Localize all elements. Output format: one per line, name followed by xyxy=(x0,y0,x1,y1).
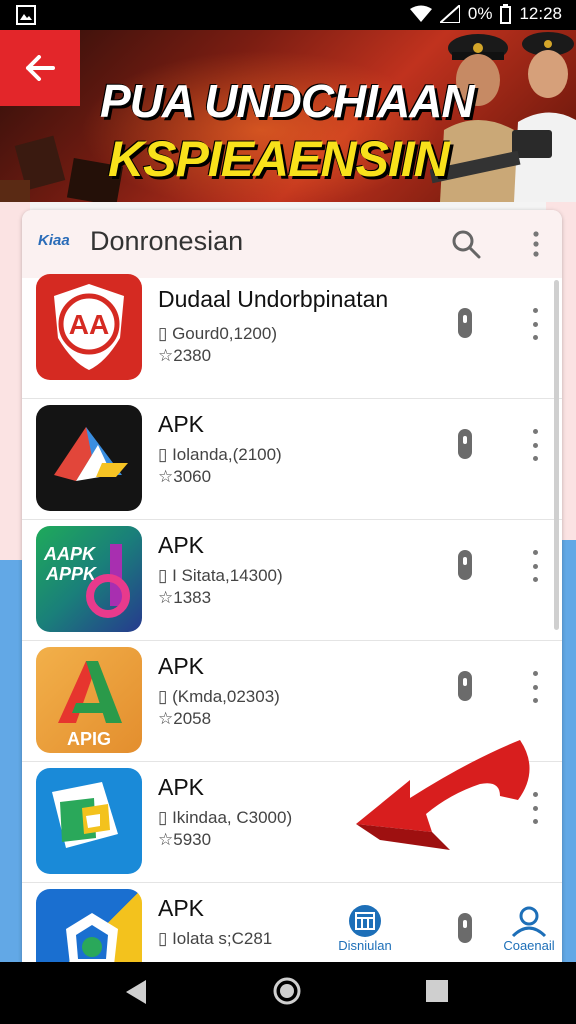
more-options-icon[interactable] xyxy=(528,228,544,260)
red-shield-aa-icon: AA xyxy=(36,274,142,380)
download-icon[interactable] xyxy=(458,429,472,459)
app-meta: ▯ I Sitata,14300) xyxy=(158,566,283,585)
blue-yellow-box-icon xyxy=(36,889,142,970)
clock: 12:28 xyxy=(519,4,562,23)
tab-downloads[interactable]: Disniulan xyxy=(330,904,400,953)
star-icon: ☆ xyxy=(158,709,174,728)
app-list: AA Dudaal Undorbpinatan ▯ Gourd0,1200) ☆… xyxy=(22,274,562,970)
battery-icon xyxy=(500,4,512,24)
blue-paper-icon xyxy=(36,768,142,874)
app-name: APK xyxy=(158,774,205,800)
red-arrow-pointer-icon xyxy=(356,740,530,850)
file-icon: ▯ xyxy=(158,566,173,585)
back-arrow-icon xyxy=(26,55,55,81)
app-name: APK xyxy=(158,653,205,679)
app-meta: ▯ Iolanda,(2100) xyxy=(158,445,282,464)
app-name: Dudaal Undorbpinatan xyxy=(158,286,389,312)
star-icon: ☆ xyxy=(158,588,174,607)
download-icon[interactable] xyxy=(458,550,472,580)
gallery-notification-icon xyxy=(16,5,36,25)
list-item[interactable]: AAPK APPK APK ▯ I Sitata,14300) ☆1383 xyxy=(22,520,562,641)
green-apk-icon: AAPK APPK xyxy=(36,526,142,632)
file-icon: ▯ xyxy=(158,929,173,948)
app-rating: ☆2380 xyxy=(158,346,212,365)
app-meta: ▯ Gourd0,1200) xyxy=(158,324,277,343)
svg-text:APIG: APIG xyxy=(67,729,111,749)
scrollbar[interactable] xyxy=(554,280,559,630)
dark-arrow-a-icon xyxy=(36,405,142,511)
banner-title-line2: KSPIEAENSIIN xyxy=(108,131,450,187)
search-icon[interactable] xyxy=(450,228,482,260)
file-icon: ▯ xyxy=(158,445,173,464)
download-icon[interactable] xyxy=(458,308,472,338)
banner-title-line1: PUA UNDCHIAAN xyxy=(100,75,475,127)
app-meta: ▯ (Kmda,02303) xyxy=(158,687,280,706)
status-bar: 0% 12:28 xyxy=(0,0,576,30)
item-more-icon[interactable] xyxy=(530,429,540,461)
app-name: APK xyxy=(158,895,205,921)
app-rating: ☆5930 xyxy=(158,830,212,849)
file-icon: ▯ xyxy=(158,324,173,343)
wifi-icon xyxy=(409,5,432,22)
svg-text:AAPK: AAPK xyxy=(43,544,97,564)
battery-percent: 0% xyxy=(467,4,493,23)
page-title: Donronesian xyxy=(90,226,244,256)
system-nav-bar xyxy=(0,962,576,1024)
svg-text:APPK: APPK xyxy=(45,564,98,584)
download-icon[interactable] xyxy=(458,913,472,943)
list-item[interactable]: APK ▯ Iolanda,(2100) ☆3060 xyxy=(22,399,562,520)
file-icon: ▯ xyxy=(158,808,173,827)
header-logo: Kiaa xyxy=(38,232,70,249)
card-header: Kiaa Donronesian xyxy=(22,210,562,278)
tab-account[interactable]: Coaenail xyxy=(492,904,562,953)
app-rating: ☆3060 xyxy=(158,467,212,486)
orange-apig-icon: APIG xyxy=(36,647,142,753)
star-icon: ☆ xyxy=(158,346,174,365)
list-item[interactable]: APK ▯ Iolata s;C281 xyxy=(22,883,562,970)
file-icon: ▯ xyxy=(158,687,173,706)
tab-account-label: Coaenail xyxy=(503,938,555,953)
star-icon: ☆ xyxy=(158,830,174,849)
back-button[interactable] xyxy=(0,30,80,106)
app-name: APK xyxy=(158,411,205,437)
list-item[interactable]: AA Dudaal Undorbpinatan ▯ Gourd0,1200) ☆… xyxy=(22,274,562,399)
star-icon: ☆ xyxy=(158,467,174,486)
account-tab-icon xyxy=(511,906,547,938)
item-more-icon[interactable] xyxy=(530,308,540,340)
item-more-icon[interactable] xyxy=(530,671,540,703)
app-rating: ☆1383 xyxy=(158,588,212,607)
app-rating: ☆2058 xyxy=(158,709,212,728)
nav-home-icon[interactable] xyxy=(272,976,302,1006)
app-meta: ▯ Iolata s;C281 xyxy=(158,929,273,948)
nav-back-icon[interactable] xyxy=(124,978,148,1006)
item-more-icon[interactable] xyxy=(530,550,540,582)
signal-icon xyxy=(439,5,460,23)
promo-banner[interactable]: PUA UNDCHIAAN KSPIEAENSIIN xyxy=(0,30,576,202)
svg-text:AA: AA xyxy=(69,309,109,340)
app-meta: ▯ Ikindaa, C3000) xyxy=(158,808,293,827)
nav-recents-icon[interactable] xyxy=(424,978,450,1004)
app-name: APK xyxy=(158,532,205,558)
download-icon[interactable] xyxy=(458,671,472,701)
tab-downloads-label: Disniulan xyxy=(338,938,392,953)
downloads-tab-icon xyxy=(349,905,381,937)
